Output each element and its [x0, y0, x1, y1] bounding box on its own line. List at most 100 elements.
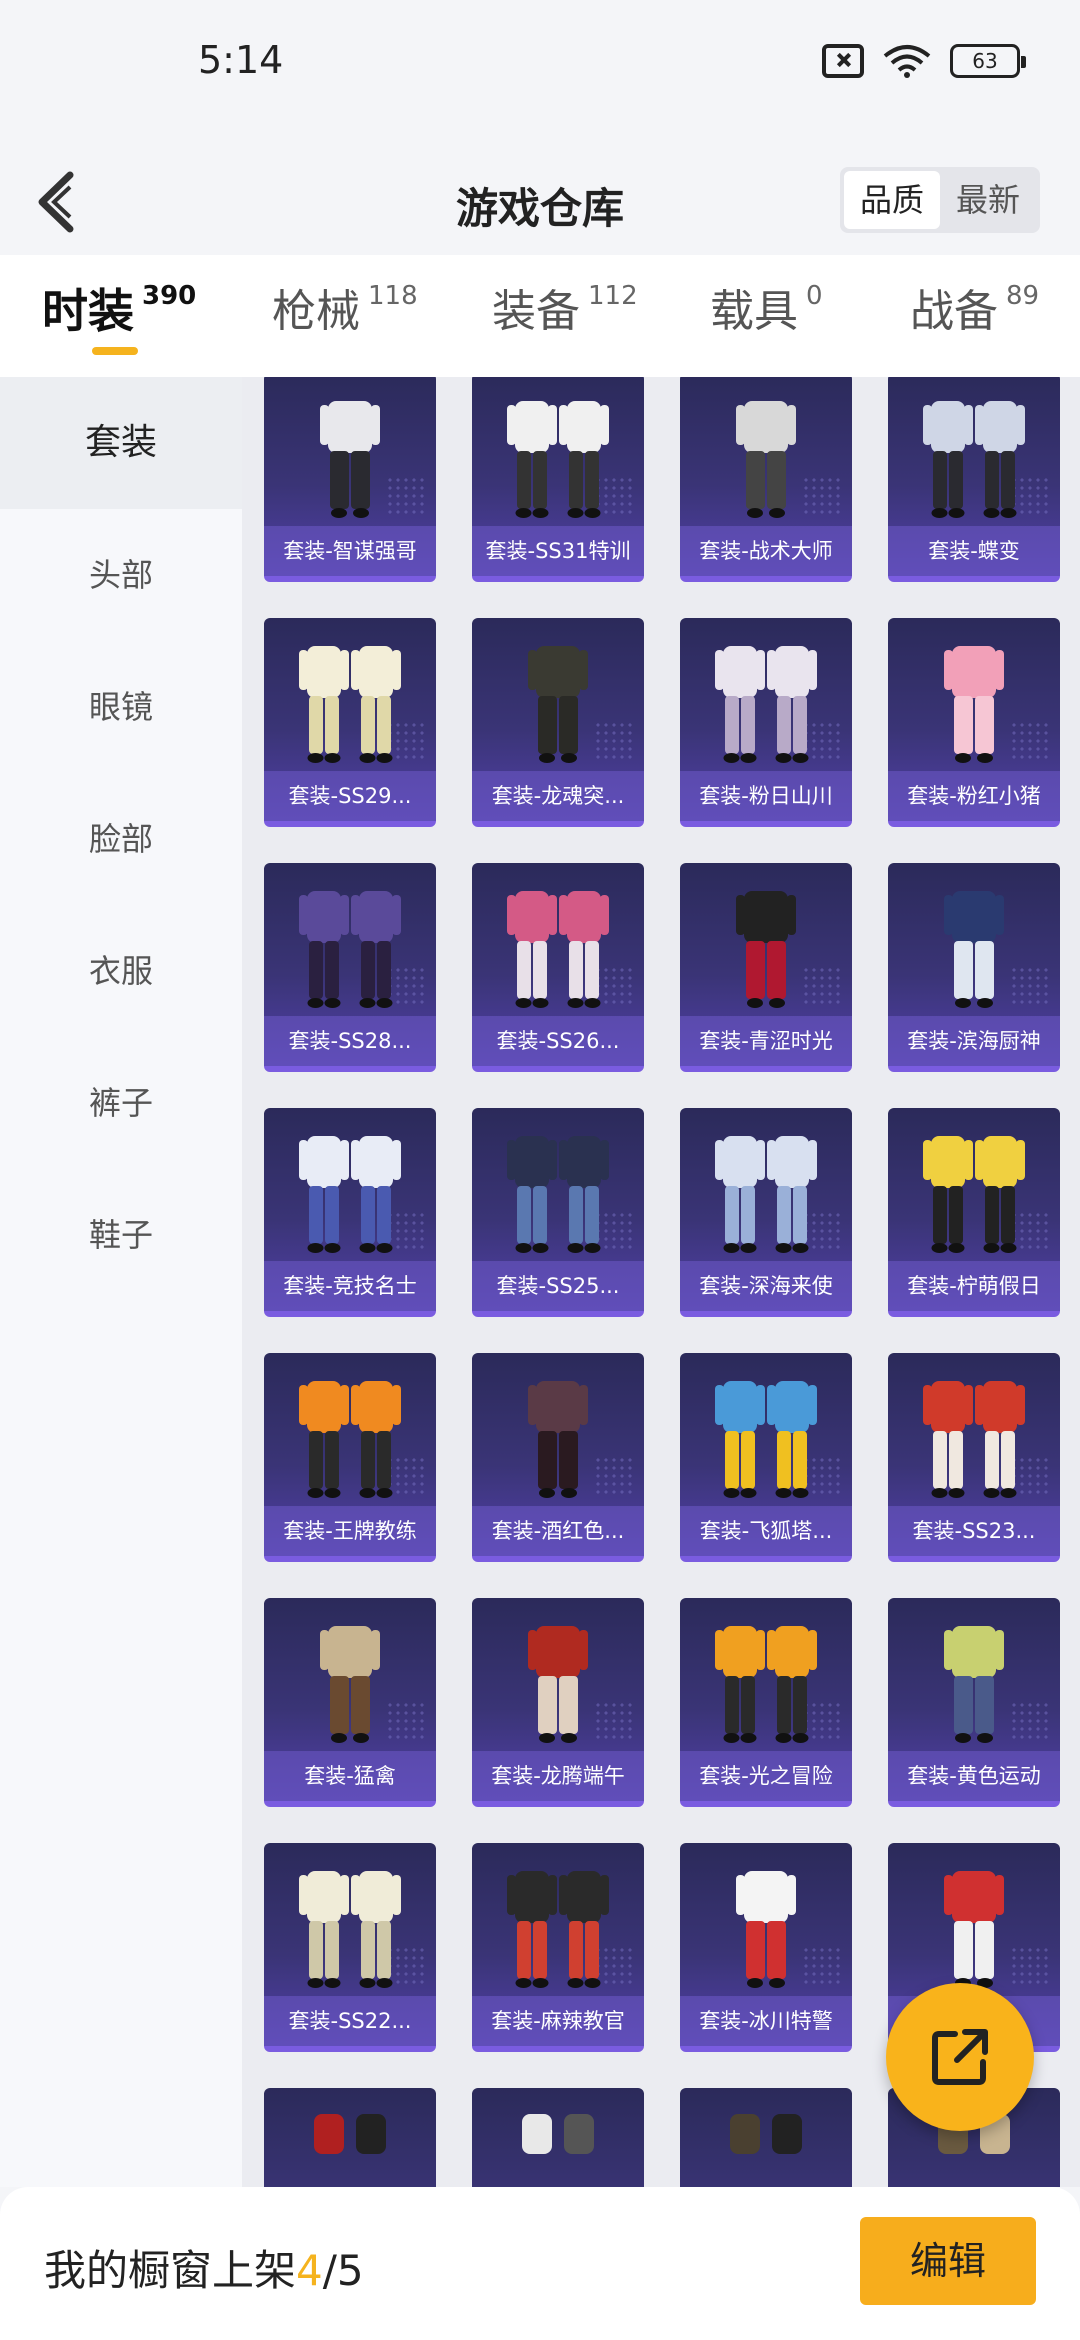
outfit-card[interactable] [680, 2088, 852, 2187]
outfit-image [923, 1136, 1025, 1253]
sidebar-item-outfit[interactable]: 套装 [0, 377, 242, 509]
outfit-card[interactable]: 套装-麻辣教官 [472, 1843, 644, 2052]
outfit-card-label: 套装-SS23... [888, 1506, 1060, 1556]
outfit-card[interactable]: 套装-青涩时光 [680, 863, 852, 1072]
outfit-card[interactable] [472, 2088, 644, 2187]
tab-label: 时装 [42, 284, 134, 338]
status-time: 5:14 [198, 38, 284, 82]
outfit-card[interactable]: 套装-龙魂突... [472, 618, 644, 827]
outfit-card-label: 套装-SS28... [264, 1016, 436, 1066]
tab-count: 118 [368, 281, 418, 311]
sidebar-item-head[interactable]: 头部 [0, 509, 242, 641]
outfit-card[interactable]: 套装-黄色运动 [888, 1598, 1060, 1807]
tab-label: 载具 [710, 286, 798, 337]
tab-count: 89 [1006, 281, 1040, 311]
outfit-image [528, 1381, 588, 1498]
item-grid: 套装-智谋强哥 套装-SS31特训 套装-战术大师 套装-蝶变套装-SS29... 套装… [264, 377, 1060, 2187]
sidebar-item-pants[interactable]: 裤子 [0, 1037, 242, 1169]
sidebar-item-glasses[interactable]: 眼镜 [0, 641, 242, 773]
active-tab-indicator [92, 347, 138, 355]
outfit-card-label: 套装-智谋强哥 [264, 526, 436, 576]
sidebar-item-clothes[interactable]: 衣服 [0, 905, 242, 1037]
outfit-card[interactable]: 套装-猛禽 [264, 1598, 436, 1807]
no-sim-icon [822, 44, 864, 78]
tab-label: 装备 [492, 286, 580, 337]
outfit-card[interactable]: 套装-SS22... [264, 1843, 436, 2052]
outfit-image [528, 1626, 588, 1743]
outfit-card-label: 套装-酒红色... [472, 1506, 644, 1556]
outfit-image [507, 891, 609, 1008]
tab-count: 112 [588, 281, 638, 311]
outfit-card[interactable]: 套装-SS31特训 [472, 377, 644, 582]
outfit-card[interactable]: 套装-粉红小猪 [888, 618, 1060, 827]
tab-fashion[interactable]: 时装 390 [42, 275, 196, 341]
edit-button[interactable]: 编辑 [860, 2217, 1036, 2305]
wifi-icon [883, 45, 931, 78]
outfit-image [299, 1381, 401, 1498]
outfit-card[interactable]: 套装-智谋强哥 [264, 377, 436, 582]
outfit-image [715, 1381, 817, 1498]
showcase-count-total: 5 [336, 2246, 364, 2295]
outfit-card[interactable]: 套装-SS29... [264, 618, 436, 827]
outfit-card[interactable]: 套装-酒红色... [472, 1353, 644, 1562]
outfit-image [944, 1626, 1004, 1743]
outfit-card[interactable]: 套装-竞技名士 [264, 1108, 436, 1317]
outfit-image [320, 1626, 380, 1743]
outfit-card[interactable]: 套装-龙腾端午 [472, 1598, 644, 1807]
outfit-card[interactable]: 套装-柠萌假日 [888, 1108, 1060, 1317]
outfit-card[interactable]: 套装-SS26... [472, 863, 644, 1072]
showcase-bar: 我的橱窗上架4/5 编辑 [0, 2187, 1080, 2340]
item-grid-area[interactable]: 套装-智谋强哥 套装-SS31特训 套装-战术大师 套装-蝶变套装-SS29... 套装… [242, 377, 1080, 2187]
outfit-card[interactable] [264, 2088, 436, 2187]
outfit-card[interactable]: 套装-王牌教练 [264, 1353, 436, 1562]
outfit-image [736, 891, 796, 1008]
outfit-image [299, 891, 401, 1008]
outfit-card-label: 套装-黄色运动 [888, 1751, 1060, 1801]
sidebar-item-face[interactable]: 脸部 [0, 773, 242, 905]
sidebar-item-shoes[interactable]: 鞋子 [0, 1169, 242, 1301]
outfit-card[interactable]: 套装-飞狐塔... [680, 1353, 852, 1562]
tab-count: 0 [806, 281, 823, 311]
tab-vehicles[interactable]: 载具 0 [710, 275, 823, 339]
outfit-card-label: 套装-蝶变 [888, 526, 1060, 576]
sort-newest-button[interactable]: 最新 [940, 171, 1036, 229]
outfit-card-label: 套装-战术大师 [680, 526, 852, 576]
outfit-image [715, 1626, 817, 1743]
outfit-image [507, 401, 609, 518]
tab-label: 战备 [910, 286, 998, 337]
outfit-card-label: 套装-龙魂突... [472, 771, 644, 821]
outfit-card[interactable]: 套装-SS23... [888, 1353, 1060, 1562]
tab-equipment[interactable]: 装备 112 [492, 275, 638, 339]
outfit-card-label: 套装-柠萌假日 [888, 1261, 1060, 1311]
outfit-card[interactable]: 套装-光之冒险 [680, 1598, 852, 1807]
outfit-card[interactable]: 套装-蝶变 [888, 377, 1060, 582]
outfit-image [736, 1871, 796, 1988]
showcase-count-sep: / [322, 2246, 337, 2295]
sort-quality-button[interactable]: 品质 [843, 171, 940, 229]
outfit-card-label: 套装-SS25... [472, 1261, 644, 1311]
outfit-card-label: 套装-飞狐塔... [680, 1506, 852, 1556]
outfit-image [944, 1871, 1004, 1988]
outfit-card-label: 套装-SS29... [264, 771, 436, 821]
share-export-icon [932, 2029, 988, 2085]
outfit-card[interactable]: 套装-SS28... [264, 863, 436, 1072]
sort-toggle[interactable]: 品质 最新 [839, 167, 1040, 233]
outfit-card-label: 套装-粉日山川 [680, 771, 852, 821]
outfit-card[interactable]: 套装-深海来使 [680, 1108, 852, 1317]
outfit-image [528, 646, 588, 763]
outfit-card[interactable]: 套装-冰川特警 [680, 1843, 852, 2052]
tab-supplies[interactable]: 战备 89 [910, 275, 1039, 339]
outfit-card[interactable]: 套装-战术大师 [680, 377, 852, 582]
outfit-image [715, 1136, 817, 1253]
showcase-label: 我的橱窗上架4/5 [44, 2237, 364, 2298]
outfit-card[interactable]: 套装-SS25... [472, 1108, 644, 1317]
outfit-card[interactable]: 套装-滨海厨神 [888, 863, 1060, 1072]
outfit-card-label: 套装-龙腾端午 [472, 1751, 644, 1801]
outfit-card[interactable]: 套装-粉日山川 [680, 618, 852, 827]
tab-label: 枪械 [272, 286, 360, 337]
share-button[interactable] [886, 1983, 1034, 2131]
battery-icon: 63 [950, 44, 1026, 78]
tab-firearms[interactable]: 枪械 118 [272, 275, 418, 339]
showcase-count-current: 4 [296, 2246, 323, 2295]
outfit-card-label: 套装-SS26... [472, 1016, 644, 1066]
